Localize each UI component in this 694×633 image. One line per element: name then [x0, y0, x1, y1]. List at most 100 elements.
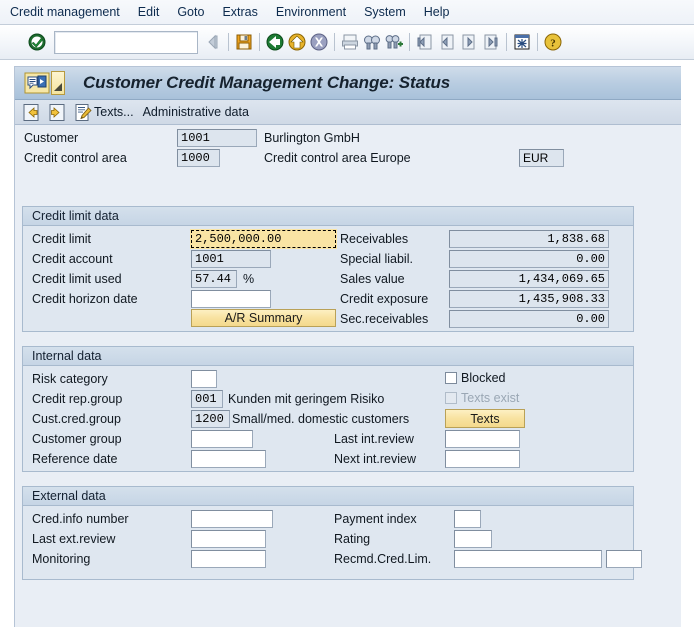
print-icon[interactable] [340, 32, 360, 52]
menu-item-help[interactable]: Help [415, 0, 459, 24]
last-ext-review-field[interactable] [191, 530, 266, 548]
cust-cred-group-field[interactable]: 1200 [191, 410, 230, 428]
group-internal-data: Internal data Risk category Blocked Cred… [22, 346, 634, 472]
menu-bar: Credit management Edit Goto Extras Envir… [0, 0, 694, 25]
texts-edit-icon[interactable] [74, 103, 93, 122]
credit-limit-used-label: Credit limit used [32, 272, 122, 286]
menu-item-extras[interactable]: Extras [213, 0, 266, 24]
cred-info-number-field[interactable] [191, 510, 273, 528]
last-int-review-label: Last int.review [334, 432, 414, 446]
recmd-cred-lim-field[interactable] [454, 550, 602, 568]
next-page-icon[interactable] [459, 32, 479, 52]
sec-receivables-field: 0.00 [449, 310, 609, 328]
credit-horizon-date-field[interactable] [191, 290, 271, 308]
rating-field[interactable] [454, 530, 492, 548]
credit-rep-group-field[interactable]: 001 [191, 390, 223, 408]
receivables-label: Receivables [340, 232, 409, 246]
last-ext-review-label: Last ext.review [32, 532, 116, 546]
sales-value-label: Sales value [340, 272, 405, 286]
credit-control-area-name-text: Credit control area Europe [264, 151, 411, 165]
toolbar: ? [0, 25, 694, 60]
screen-area: Customer Credit Management Change: Statu… [0, 60, 694, 633]
create-session-icon[interactable] [512, 32, 532, 52]
credit-limit-used-field: 57.44 [191, 270, 237, 288]
credit-control-area-field[interactable]: 1000 [177, 149, 220, 167]
last-page-icon[interactable] [481, 32, 501, 52]
risk-category-field[interactable] [191, 370, 217, 388]
menu-item-credit-management[interactable]: Credit management [0, 0, 129, 24]
credit-management-icon[interactable] [24, 72, 50, 94]
credit-limit-field[interactable]: 2,500,000.00 [190, 229, 337, 249]
payment-index-field[interactable] [454, 510, 481, 528]
ar-summary-button[interactable]: A/R Summary [191, 309, 336, 327]
save-icon[interactable] [234, 32, 254, 52]
command-field[interactable] [54, 30, 198, 54]
group-external-data-header [23, 487, 633, 506]
menu-item-system[interactable]: System [355, 0, 415, 24]
back-arrow-icon[interactable] [203, 32, 223, 52]
reference-date-field[interactable] [191, 450, 266, 468]
currency-field[interactable]: EUR [519, 149, 564, 167]
special-liabil-label: Special liabil. [340, 252, 413, 266]
application-toolbar: Texts... Administrative data [15, 100, 681, 125]
credit-account-field[interactable]: 1001 [191, 250, 271, 268]
menu-item-goto[interactable]: Goto [168, 0, 213, 24]
customer-name-text: Burlington GmbH [264, 131, 360, 145]
recmd-cred-lim-currency-field[interactable] [606, 550, 642, 568]
monitoring-field[interactable] [191, 550, 266, 568]
cancel-icon[interactable] [309, 32, 329, 52]
last-int-review-field[interactable] [445, 430, 520, 448]
credit-control-area-label: Credit control area [24, 151, 127, 165]
credit-rep-group-text: Kunden mit geringem Risiko [228, 392, 385, 406]
cust-cred-group-text: Small/med. domestic customers [232, 412, 410, 426]
payment-index-label: Payment index [334, 512, 417, 526]
special-liabil-field: 0.00 [449, 250, 609, 268]
group-credit-limit-data-title: Credit limit data [32, 209, 119, 223]
menu-item-edit[interactable]: Edit [129, 0, 169, 24]
main-panel: Customer Credit Management Change: Statu… [14, 66, 681, 627]
credit-account-label: Credit account [32, 252, 113, 266]
texts-button-label[interactable]: Texts... [94, 105, 134, 119]
credit-exposure-label: Credit exposure [340, 292, 429, 306]
header-fields: Customer 1001 Burlington GmbH Credit con… [15, 125, 681, 180]
credit-limit-label: Credit limit [32, 232, 92, 246]
customer-field[interactable]: 1001 [177, 129, 257, 147]
previous-customer-icon[interactable] [22, 103, 41, 122]
svg-text:?: ? [550, 38, 556, 50]
next-customer-icon[interactable] [48, 103, 67, 122]
reference-date-label: Reference date [32, 452, 118, 466]
first-page-icon[interactable] [415, 32, 435, 52]
receivables-field: 1,838.68 [449, 230, 609, 248]
customer-group-field[interactable] [191, 430, 253, 448]
group-external-data-title: External data [32, 489, 106, 503]
help-icon[interactable]: ? [543, 32, 563, 52]
titlebar-dropdown-button[interactable] [51, 71, 65, 95]
group-credit-limit-data: Credit limit data Credit limit 2,500,000… [22, 206, 634, 332]
enter-check-icon[interactable] [28, 33, 46, 51]
sales-value-field: 1,434,069.65 [449, 270, 609, 288]
menu-item-environment[interactable]: Environment [267, 0, 355, 24]
back-green-icon[interactable] [265, 32, 285, 52]
exit-yellow-icon[interactable] [287, 32, 307, 52]
find-icon[interactable] [362, 32, 382, 52]
group-internal-data-title: Internal data [32, 349, 102, 363]
find-next-icon[interactable] [384, 32, 404, 52]
blocked-checkbox-wrap[interactable]: Blocked [445, 371, 505, 385]
recmd-cred-lim-label: Recmd.Cred.Lim. [334, 552, 432, 566]
texts-exist-label: Texts exist [461, 391, 520, 405]
sec-receivables-label: Sec.receivables [340, 312, 429, 326]
group-internal-data-header [23, 347, 633, 366]
administrative-data-button[interactable]: Administrative data [143, 105, 249, 119]
previous-page-icon[interactable] [437, 32, 457, 52]
texts-button[interactable]: Texts [445, 409, 525, 428]
blocked-label: Blocked [461, 371, 506, 385]
rating-label: Rating [334, 532, 371, 546]
blocked-checkbox[interactable] [445, 372, 457, 384]
next-int-review-label: Next int.review [334, 452, 416, 466]
risk-category-label: Risk category [32, 372, 108, 386]
texts-exist-checkbox-wrap: Texts exist [445, 391, 519, 405]
next-int-review-field[interactable] [445, 450, 520, 468]
monitoring-label: Monitoring [32, 552, 91, 566]
percent-sign-label: % [243, 272, 255, 286]
customer-group-label: Customer group [32, 432, 122, 446]
